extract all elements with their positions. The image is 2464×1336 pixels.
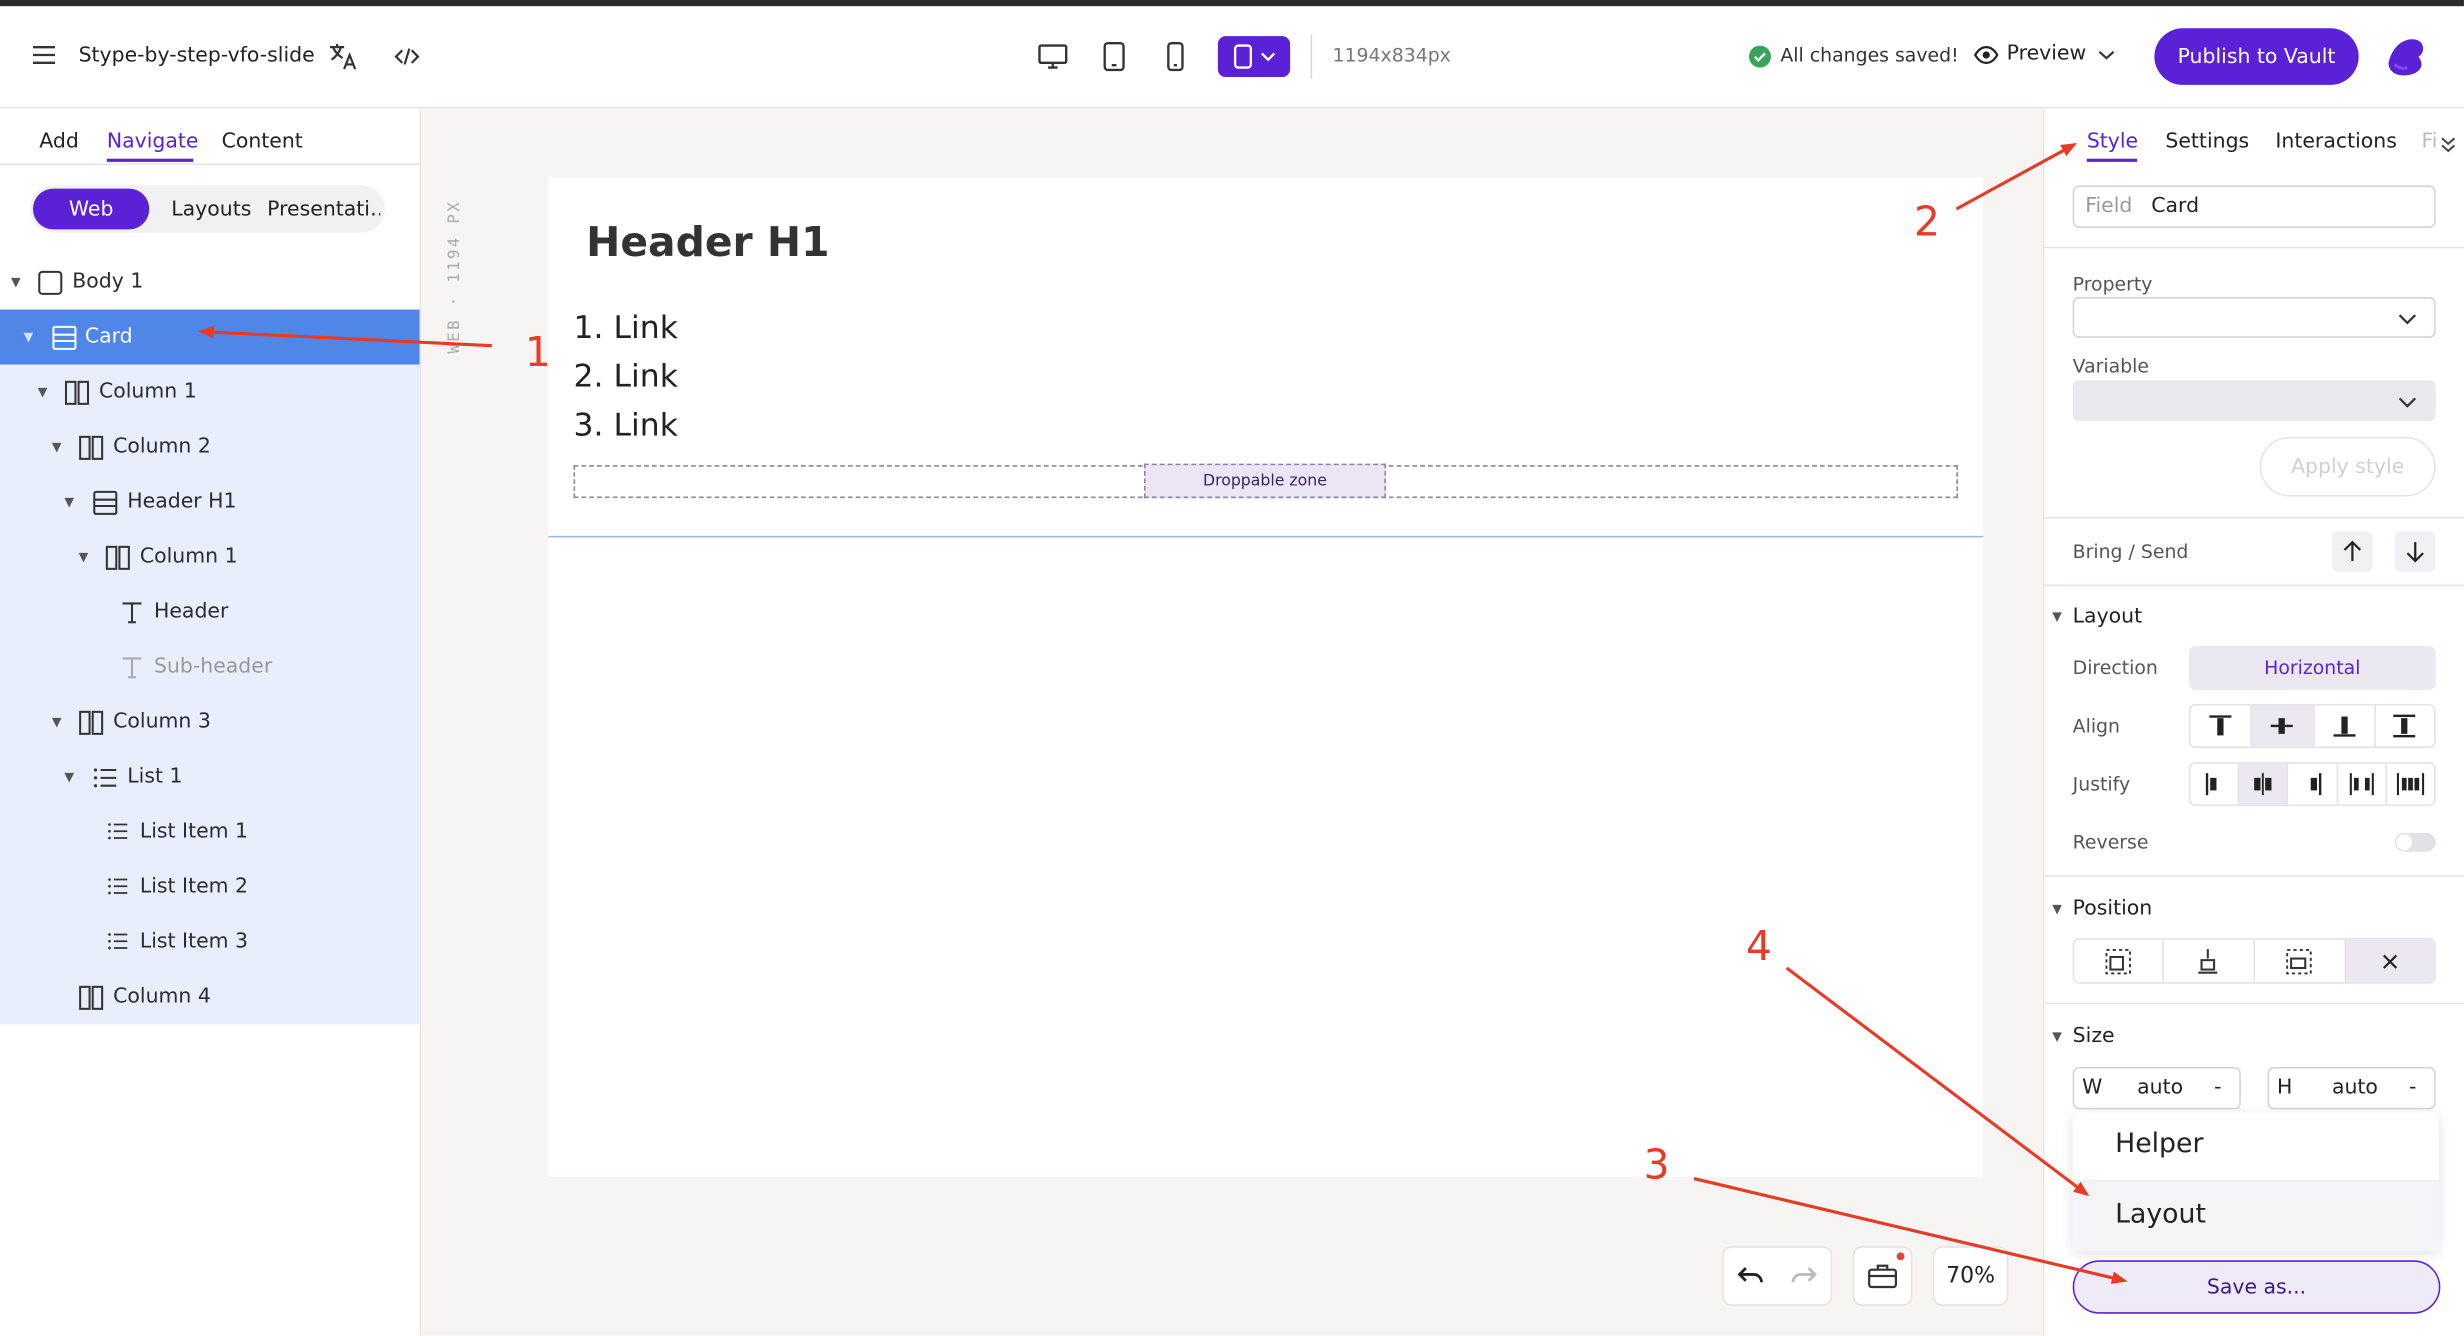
annotation-number-2: 2 bbox=[1913, 199, 1940, 247]
app-root: Stype-by-step-vfo-slide 1194x834px All c… bbox=[0, 0, 2464, 1336]
annotation-number-4: 4 bbox=[1745, 923, 1772, 972]
annotation-number-1: 1 bbox=[524, 329, 551, 378]
annotation-number-3: 3 bbox=[1643, 1142, 1670, 1190]
annotation-layer bbox=[198, 143, 2128, 1284]
annotation-arrow-3 bbox=[1693, 1177, 2128, 1284]
annotation-arrow-2 bbox=[1955, 143, 2078, 211]
annotation-arrow-1 bbox=[198, 325, 492, 348]
annotation-arrow-4 bbox=[1785, 966, 2090, 1197]
